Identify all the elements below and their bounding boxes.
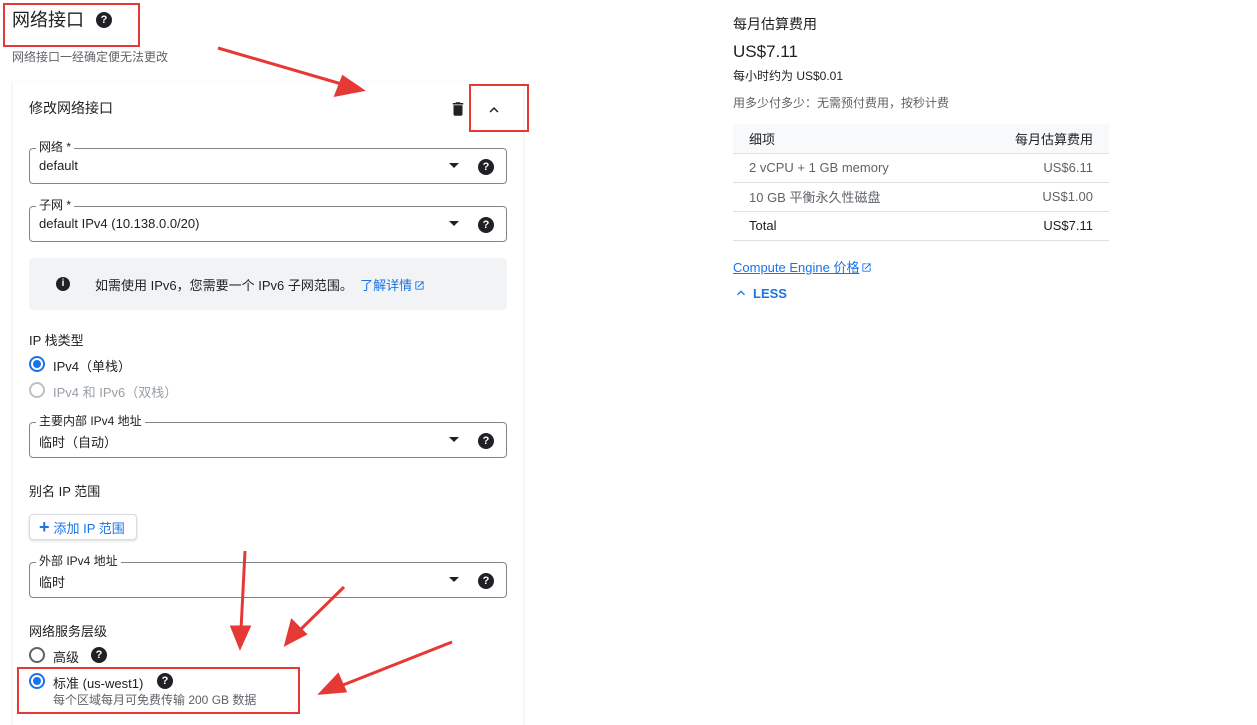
external-ip-select[interactable]: 外部 IPv4 地址 临时 ? — [29, 554, 507, 598]
card-title: 修改网络接口 — [29, 100, 113, 116]
ip-stack-label: IP 栈类型 — [29, 333, 84, 348]
external-ip-label: 外部 IPv4 地址 — [36, 554, 121, 568]
column-header-item: 细项 — [733, 124, 963, 154]
row-item: 10 GB 平衡永久性磁盘 — [733, 182, 963, 212]
network-tier-label: 网络服务层级 — [29, 624, 108, 639]
dual-stack-radio — [29, 382, 45, 398]
subnet-value: default IPv4 (10.138.0.0/20) — [39, 216, 200, 231]
row-item: Total — [733, 211, 963, 241]
primary-internal-ip-value: 临时（自动） — [39, 435, 118, 450]
help-circle-icon[interactable]: ? — [478, 433, 494, 449]
compute-engine-pricing-link[interactable]: Compute Engine 价格 — [733, 257, 872, 276]
info-text: 如需使用 IPv6，您需要一个 IPv6 子网范围。 了解详情 — [95, 275, 425, 294]
premium-tier-radio[interactable] — [29, 647, 45, 663]
info-icon: i — [56, 277, 70, 291]
primary-internal-ip-select[interactable]: 主要内部 IPv4 地址 临时（自动） ? — [29, 414, 507, 458]
annotation-arrow — [217, 46, 346, 87]
network-select[interactable]: 网络 * default ? — [29, 140, 507, 184]
ipv6-info-box: i 如需使用 IPv6，您需要一个 IPv6 子网范围。 了解详情 — [29, 258, 507, 310]
network-value: default — [39, 158, 79, 173]
table-header-row: 细项 每月估算费用 — [733, 124, 1109, 154]
estimate-hourly: 每小时约为 US$0.01 — [733, 69, 844, 83]
row-item: 2 vCPU + 1 GB memory — [733, 153, 963, 183]
table-row: 2 vCPU + 1 GB memory US$6.11 — [733, 153, 1109, 183]
external-ip-value: 临时 — [39, 575, 66, 590]
table-row-total: Total US$7.11 — [733, 211, 1109, 241]
dual-stack-label: IPv4 和 IPv6（双栈） — [53, 385, 178, 400]
learn-more-link[interactable]: 了解详情 — [360, 278, 425, 293]
info-message: 如需使用 IPv6，您需要一个 IPv6 子网范围。 — [95, 278, 353, 293]
less-button[interactable]: LESS — [733, 285, 787, 301]
learn-more-label: 了解详情 — [360, 278, 413, 293]
cost-breakdown-table: 细项 每月估算费用 2 vCPU + 1 GB memory US$6.11 1… — [733, 124, 1109, 241]
annotation-box-collapse — [469, 84, 529, 132]
compute-engine-pricing-label: Compute Engine 价格 — [733, 260, 860, 275]
row-cost: US$6.11 — [962, 153, 1109, 183]
subnet-label: 子网 * — [36, 198, 75, 212]
dropdown-arrow-icon[interactable] — [449, 163, 459, 168]
dropdown-arrow-icon[interactable] — [449, 577, 459, 582]
help-circle-icon[interactable]: ? — [478, 573, 494, 589]
plus-icon: + — [39, 517, 50, 537]
premium-tier-label[interactable]: 高级 — [53, 647, 79, 666]
annotation-box-standard-tier — [17, 667, 300, 714]
alias-ip-label: 别名 IP 范围 — [29, 484, 101, 499]
less-label: LESS — [753, 285, 787, 301]
help-circle-icon[interactable]: ? — [478, 217, 494, 233]
row-cost: US$7.11 — [962, 211, 1109, 241]
external-link-icon — [415, 281, 424, 290]
add-ip-range-button[interactable]: + 添加 IP 范围 — [29, 514, 137, 540]
primary-internal-ip-label: 主要内部 IPv4 地址 — [36, 414, 145, 428]
chevron-up-icon — [737, 290, 745, 296]
ipv4-single-stack-label[interactable]: IPv4（单栈） — [53, 356, 131, 375]
estimate-note: 用多少付多少：无需预付费用，按秒计费 — [733, 96, 950, 110]
column-header-cost: 每月估算费用 — [962, 124, 1109, 154]
estimate-title: 每月估算费用 — [733, 16, 817, 32]
network-label: 网络 * — [36, 140, 75, 154]
table-row: 10 GB 平衡永久性磁盘 US$1.00 — [733, 182, 1109, 212]
subnet-select[interactable]: 子网 * default IPv4 (10.138.0.0/20) ? — [29, 198, 507, 242]
add-ip-range-label: 添加 IP 范围 — [53, 520, 125, 536]
estimate-price: US$7.11 — [733, 42, 798, 61]
dropdown-arrow-icon[interactable] — [449, 221, 459, 226]
help-circle-icon[interactable]: ? — [478, 159, 494, 175]
annotation-box-title — [3, 3, 140, 47]
dropdown-arrow-icon[interactable] — [449, 437, 459, 442]
help-circle-icon[interactable]: ? — [91, 647, 107, 663]
external-link-icon — [862, 263, 872, 272]
row-cost: US$1.00 — [962, 182, 1109, 212]
trash-icon[interactable] — [449, 100, 467, 118]
page-subtitle: 网络接口一经确定便无法更改 — [12, 50, 169, 64]
ipv4-single-stack-radio[interactable] — [29, 356, 45, 372]
